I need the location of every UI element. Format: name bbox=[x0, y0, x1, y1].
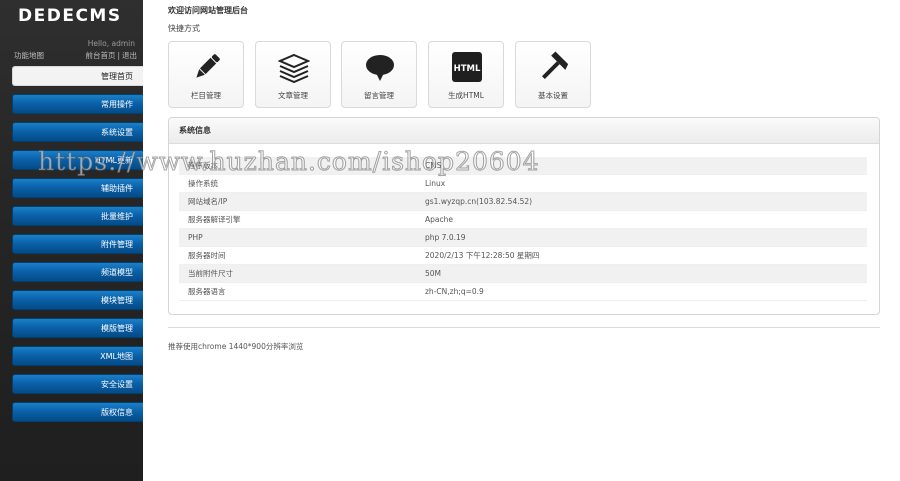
table-row: 网站域名/IP gs1.wyzqp.cn(103.82.54.52) bbox=[179, 193, 867, 211]
stack-icon bbox=[278, 53, 310, 83]
table-row: 程序版本 CMS bbox=[179, 157, 867, 175]
html-icon: HTML bbox=[452, 52, 482, 82]
shortcut-message-management[interactable]: 留言管理 bbox=[341, 41, 417, 108]
browser-tip: 推荐使用chrome 1440*900分辨率浏览 bbox=[168, 342, 304, 351]
function-map-link[interactable]: 功能地图 bbox=[14, 50, 44, 61]
info-value: CMS bbox=[425, 161, 442, 170]
shortcut-basic-settings[interactable]: 基本设置 bbox=[515, 41, 591, 108]
table-row: PHP php 7.0.19 bbox=[179, 229, 867, 247]
frontend-home-link[interactable]: 前台首页 bbox=[85, 51, 115, 60]
table-row: 服务器时间 2020/2/13 下午12:28:50 星期四 bbox=[179, 247, 867, 265]
shortcut-label: 留言管理 bbox=[364, 91, 394, 100]
sidebar: DEDECMS Hello, admin 功能地图 前台首页 | 退出 管理首页 常… bbox=[0, 0, 143, 481]
top-links: 前台首页 | 退出 bbox=[85, 50, 137, 61]
speech-bubble-icon bbox=[366, 55, 394, 81]
sidebar-item-system-settings[interactable]: 系统设置 bbox=[12, 122, 143, 142]
table-row: 服务器解译引擎 Apache bbox=[179, 211, 867, 229]
system-info-panel: 系统信息 程序版本 CMS 操作系统 Linux 网站域名/IP gs1.wyzqp.… bbox=[168, 117, 880, 315]
info-value: Linux bbox=[425, 179, 446, 188]
table-row: 服务器语言 zh-CN,zh;q=0.9 bbox=[179, 283, 867, 301]
info-value: 2020/2/13 下午12:28:50 星期四 bbox=[425, 251, 540, 260]
greeting-text: Hello, admin bbox=[87, 39, 135, 48]
sidebar-item-plugins[interactable]: 辅助插件 bbox=[12, 178, 143, 198]
page-title: 欢迎访问网站管理后台 bbox=[168, 6, 248, 15]
pencil-icon bbox=[196, 54, 220, 78]
info-key: 服务器语言 bbox=[188, 287, 226, 296]
sidebar-item-attachments[interactable]: 附件管理 bbox=[12, 234, 143, 254]
sidebar-item-batch-maintenance[interactable]: 批量维护 bbox=[12, 206, 143, 226]
sidebar-item-xml-map[interactable]: XML地图 bbox=[12, 346, 143, 366]
sidebar-item-templates[interactable]: 模版管理 bbox=[12, 318, 143, 338]
info-key: 操作系统 bbox=[188, 179, 218, 188]
sidebar-item-common-ops[interactable]: 常用操作 bbox=[12, 94, 143, 114]
info-value: gs1.wyzqp.cn(103.82.54.52) bbox=[425, 197, 533, 206]
info-value: Apache bbox=[425, 215, 453, 224]
sidebar-item-admin-home[interactable]: 管理首页 bbox=[12, 66, 143, 86]
system-info-title: 系统信息 bbox=[169, 118, 879, 144]
shortcut-article-management[interactable]: 文章管理 bbox=[255, 41, 331, 108]
sidebar-menu: 管理首页 常用操作 系统设置 HTML更新 辅助插件 批量维护 附件管理 频道模… bbox=[12, 66, 143, 430]
info-key: 程序版本 bbox=[188, 161, 218, 170]
info-value: 50M bbox=[425, 269, 442, 278]
html-icon-text: HTML bbox=[454, 64, 481, 74]
sidebar-item-channel-models[interactable]: 频道模型 bbox=[12, 262, 143, 282]
logout-link[interactable]: 退出 bbox=[122, 51, 137, 60]
info-key: PHP bbox=[188, 233, 203, 242]
info-key: 网站域名/IP bbox=[188, 197, 228, 206]
app-logo: DEDECMS bbox=[18, 6, 122, 26]
shortcut-generate-html[interactable]: HTML 生成HTML bbox=[428, 41, 504, 108]
info-value: php 7.0.19 bbox=[425, 233, 466, 242]
table-row: 当前附件尺寸 50M bbox=[179, 265, 867, 283]
table-row: 操作系统 Linux bbox=[179, 175, 867, 193]
sidebar-item-security[interactable]: 安全设置 bbox=[12, 374, 143, 394]
shortcuts-heading: 快捷方式 bbox=[168, 24, 200, 33]
info-key: 当前附件尺寸 bbox=[188, 269, 233, 278]
info-key: 服务器时间 bbox=[188, 251, 226, 260]
system-info-table: 程序版本 CMS 操作系统 Linux 网站域名/IP gs1.wyzqp.cn(10… bbox=[179, 157, 867, 301]
shortcut-label: 栏目管理 bbox=[191, 91, 221, 100]
sidebar-item-modules[interactable]: 模块管理 bbox=[12, 290, 143, 310]
sidebar-item-html-update[interactable]: HTML更新 bbox=[12, 150, 143, 170]
sidebar-item-copyright[interactable]: 版权信息 bbox=[12, 402, 143, 422]
shortcut-column-management[interactable]: 栏目管理 bbox=[168, 41, 244, 108]
shortcut-label: 基本设置 bbox=[538, 91, 568, 100]
content-divider bbox=[168, 327, 880, 328]
shortcut-label: 生成HTML bbox=[448, 91, 484, 100]
shortcut-label: 文章管理 bbox=[278, 91, 308, 100]
link-separator: | bbox=[117, 51, 120, 60]
hammer-icon bbox=[541, 51, 569, 80]
info-value: zh-CN,zh;q=0.9 bbox=[425, 287, 484, 296]
info-key: 服务器解译引擎 bbox=[188, 215, 241, 224]
